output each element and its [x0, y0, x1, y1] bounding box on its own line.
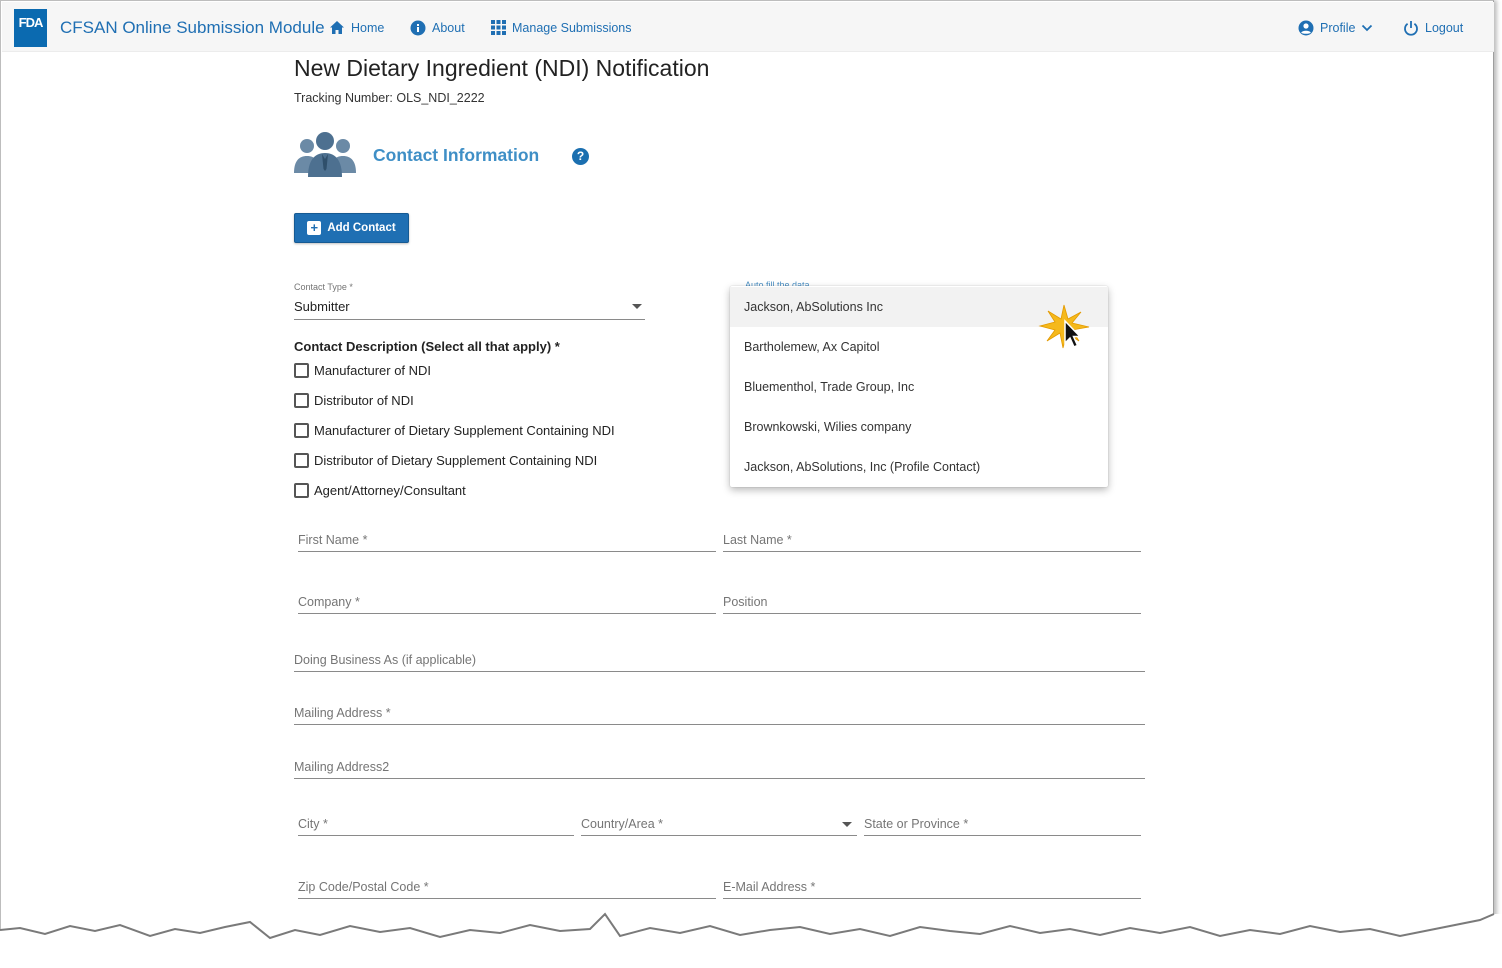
checkbox-label: Distributor of NDI	[314, 393, 414, 408]
country-placeholder: Country/Area *	[581, 817, 663, 831]
autofill-option[interactable]: Jackson, AbSolutions, Inc (Profile Conta…	[730, 447, 1108, 487]
checkbox-distributor-ndi[interactable]: Distributor of NDI	[294, 393, 414, 408]
checkbox-label: Distributor of Dietary Supplement Contai…	[314, 453, 598, 468]
mailing-address2-field[interactable]: Mailing Address2	[294, 757, 1145, 779]
zip-placeholder: Zip Code/Postal Code *	[298, 880, 429, 894]
tracking-number: Tracking Number: OLS_NDI_2222	[294, 91, 485, 105]
contact-description-label: Contact Description (Select all that app…	[294, 339, 560, 354]
checkbox-label: Manufacturer of Dietary Supplement Conta…	[314, 423, 615, 438]
state-placeholder: State or Province *	[864, 817, 969, 831]
info-icon	[410, 20, 426, 36]
mailing-address2-placeholder: Mailing Address2	[294, 760, 390, 774]
home-icon	[330, 21, 344, 34]
torn-edge-decoration	[0, 912, 1502, 968]
contact-type-value: Submitter	[294, 299, 350, 314]
email-placeholder: E-Mail Address *	[723, 880, 816, 894]
mouse-cursor-icon	[1038, 304, 1090, 349]
checkbox-icon[interactable]	[294, 363, 309, 378]
city-placeholder: City *	[298, 817, 328, 831]
nav-home-label: Home	[351, 20, 385, 35]
app-title[interactable]: CFSAN Online Submission Module	[60, 18, 325, 38]
last-name-placeholder: Last Name *	[723, 533, 792, 547]
first-name-placeholder: First Name *	[298, 533, 368, 547]
nav-manage-label: Manage Submissions	[512, 20, 632, 35]
account-icon	[1298, 20, 1314, 36]
checkbox-agent-attorney[interactable]: Agent/Attorney/Consultant	[294, 483, 466, 498]
dba-field[interactable]: Doing Business As (if applicable)	[294, 650, 1145, 672]
checkbox-icon[interactable]	[294, 453, 309, 468]
checkbox-icon[interactable]	[294, 423, 309, 438]
add-contact-button[interactable]: + Add Contact	[294, 213, 409, 243]
top-navbar: FDA CFSAN Online Submission Module Home …	[2, 2, 1494, 52]
contacts-group-icon	[294, 132, 356, 177]
nav-profile-label: Profile	[1320, 21, 1356, 35]
email-field[interactable]: E-Mail Address *	[723, 877, 1141, 899]
plus-icon: +	[307, 221, 322, 235]
checkbox-manufacturer-ndi[interactable]: Manufacturer of NDI	[294, 363, 431, 378]
nav-about[interactable]: About	[410, 20, 465, 36]
position-placeholder: Position	[723, 595, 768, 609]
state-field[interactable]: State or Province *	[864, 814, 1141, 836]
autofill-option[interactable]: Bluementhol, Trade Group, Inc	[730, 367, 1108, 407]
help-icon[interactable]: ?	[572, 148, 589, 165]
caret-down-icon[interactable]	[632, 304, 642, 309]
city-field[interactable]: City *	[298, 814, 574, 836]
chevron-down-icon	[1362, 24, 1373, 32]
grid-icon	[491, 20, 506, 35]
contact-type-select[interactable]	[294, 319, 645, 320]
last-name-field[interactable]: Last Name *	[723, 530, 1141, 552]
power-icon	[1404, 21, 1418, 36]
autofill-option[interactable]: Brownkowski, Wilies company	[730, 407, 1108, 447]
nav-logout[interactable]: Logout	[1403, 20, 1463, 36]
contact-type-label: Contact Type *	[294, 282, 353, 292]
dba-placeholder: Doing Business As (if applicable)	[294, 653, 477, 667]
nav-profile[interactable]: Profile	[1298, 20, 1373, 36]
checkbox-icon[interactable]	[294, 483, 309, 498]
position-field[interactable]: Position	[723, 592, 1141, 614]
checkbox-manufacturer-supplement[interactable]: Manufacturer of Dietary Supplement Conta…	[294, 423, 615, 438]
zip-field[interactable]: Zip Code/Postal Code *	[298, 877, 716, 899]
first-name-field[interactable]: First Name *	[298, 530, 716, 552]
checkbox-distributor-supplement[interactable]: Distributor of Dietary Supplement Contai…	[294, 453, 597, 468]
section-title: Contact Information	[373, 145, 540, 165]
mailing-address-placeholder: Mailing Address *	[294, 706, 391, 720]
nav-logout-label: Logout	[1425, 21, 1464, 35]
company-placeholder: Company *	[298, 595, 360, 609]
checkbox-icon[interactable]	[294, 393, 309, 408]
nav-manage-submissions[interactable]: Manage Submissions	[491, 20, 632, 35]
country-select[interactable]: Country/Area *	[581, 814, 857, 836]
company-field[interactable]: Company *	[298, 592, 716, 614]
page-title: New Dietary Ingredient (NDI) Notificatio…	[294, 55, 710, 81]
nav-about-label: About	[432, 21, 465, 35]
nav-home[interactable]: Home	[329, 20, 384, 35]
checkbox-label: Agent/Attorney/Consultant	[314, 483, 466, 498]
browser-frame: FDA CFSAN Online Submission Module Home …	[0, 0, 1494, 968]
add-contact-label: Add Contact	[327, 222, 396, 234]
checkbox-label: Manufacturer of NDI	[314, 363, 432, 378]
fda-logo[interactable]: FDA	[14, 9, 47, 47]
caret-down-icon[interactable]	[842, 822, 852, 827]
mailing-address-field[interactable]: Mailing Address *	[294, 703, 1145, 725]
